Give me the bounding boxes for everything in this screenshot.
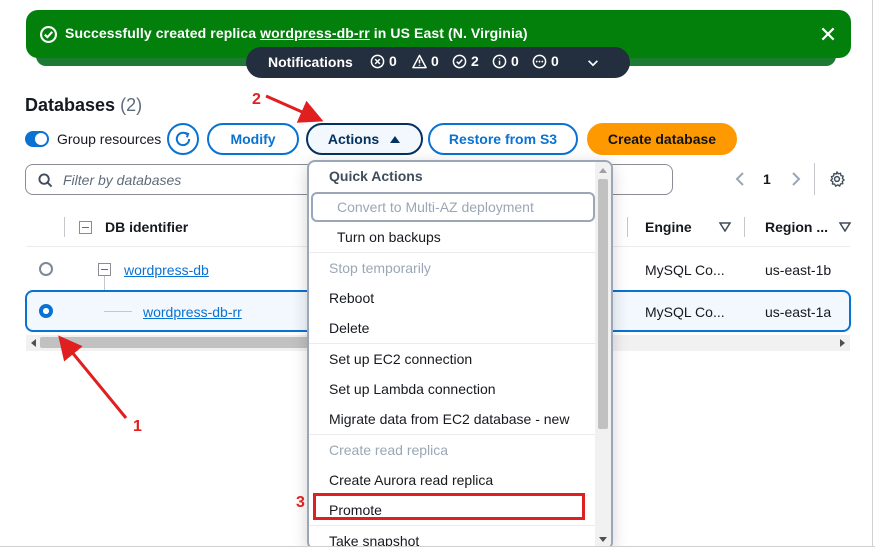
flash-message: Successfully created replica wordpress-d… — [65, 25, 528, 41]
notifications-title: Notifications — [268, 54, 353, 70]
database-count: (2) — [120, 95, 143, 115]
menu-item-create-aurora-replica[interactable]: Create Aurora read replica — [329, 472, 493, 488]
menu-separator — [309, 525, 595, 526]
column-region[interactable]: Region ... — [765, 219, 828, 235]
caret-up-icon — [390, 136, 401, 143]
group-resources-toggle[interactable] — [25, 131, 49, 147]
chevron-right-icon[interactable] — [789, 171, 803, 187]
menu-item-stop-temporarily: Stop temporarily — [329, 260, 431, 276]
info-icon — [492, 54, 507, 68]
menu-item-reboot[interactable]: Reboot — [329, 290, 374, 306]
menu-item-setup-lambda[interactable]: Set up Lambda connection — [329, 381, 496, 397]
page-title-text: Databases — [25, 95, 116, 115]
region-cell: us-east-1a — [765, 304, 832, 320]
warning-count-value: 0 — [431, 53, 439, 69]
warning-icon — [412, 54, 427, 68]
db-identifier-link[interactable]: wordpress-db-rr — [143, 304, 242, 320]
column-engine[interactable]: Engine — [645, 219, 692, 235]
in-progress-count-value: 0 — [551, 53, 559, 69]
column-divider — [627, 217, 628, 237]
refresh-icon — [175, 131, 191, 147]
db-identifier-link[interactable]: wordpress-db — [124, 262, 209, 278]
modify-button-label: Modify — [230, 131, 276, 147]
menu-separator — [309, 343, 595, 344]
gear-icon[interactable] — [828, 170, 846, 188]
in-progress-icon — [532, 54, 547, 68]
success-check-icon — [40, 26, 57, 43]
column-db-identifier[interactable]: DB identifier — [105, 219, 188, 235]
collapse-all-icon[interactable] — [79, 221, 92, 234]
error-count: 0 — [370, 53, 397, 69]
success-icon — [452, 54, 467, 68]
annotation-highlight-promote — [313, 493, 585, 520]
page-edge — [872, 0, 873, 547]
scroll-left-arrow-icon[interactable] — [31, 339, 36, 347]
menu-scrollbar[interactable] — [595, 162, 611, 547]
annotation-step-1: 1 — [133, 418, 142, 435]
scroll-down-arrow-icon[interactable] — [599, 537, 607, 542]
sort-down-icon[interactable] — [719, 222, 731, 232]
column-divider — [64, 217, 65, 237]
current-page[interactable]: 1 — [763, 171, 771, 187]
error-icon — [370, 54, 385, 68]
in-progress-count: 0 — [532, 53, 559, 69]
scroll-right-arrow-icon[interactable] — [840, 339, 845, 347]
tree-connector — [104, 311, 132, 312]
annotation-arrow-1 — [58, 335, 128, 419]
menu-group-header: Quick Actions — [329, 168, 423, 184]
create-database-label: Create database — [607, 131, 717, 147]
row-radio-wordpress-db-rr[interactable] — [39, 304, 53, 318]
info-count: 0 — [492, 53, 519, 69]
menu-scrollbar-thumb[interactable] — [598, 179, 608, 429]
warning-count: 0 — [412, 53, 439, 69]
actions-button[interactable]: Actions — [306, 123, 423, 155]
menu-item-create-read-replica: Create read replica — [329, 442, 449, 458]
restore-from-s3-button[interactable]: Restore from S3 — [428, 123, 578, 155]
annotation-step-3: 3 — [296, 494, 305, 511]
actions-button-label: Actions — [327, 131, 380, 147]
notifications-bar[interactable]: Notifications 0 0 2 0 0 — [246, 47, 630, 78]
success-count-value: 2 — [471, 53, 479, 69]
menu-separator — [309, 252, 595, 253]
scrollbar-thumb[interactable] — [40, 337, 340, 348]
engine-cell: MySQL Co... — [645, 304, 725, 320]
flash-message-suffix: in US East (N. Virginia) — [369, 25, 528, 41]
annotation-step-2: 2 — [252, 91, 261, 108]
modify-button[interactable]: Modify — [207, 123, 299, 155]
info-count-value: 0 — [511, 53, 519, 69]
success-count: 2 — [452, 53, 479, 69]
row-radio-wordpress-db[interactable] — [39, 262, 53, 276]
scroll-up-arrow-icon[interactable] — [599, 168, 607, 173]
close-icon[interactable] — [819, 25, 837, 43]
flash-message-prefix: Successfully created replica — [65, 25, 261, 41]
page-title: Databases (2) — [25, 95, 142, 116]
actions-dropdown-menu: Quick Actions Convert to Multi-AZ deploy… — [307, 160, 613, 547]
replica-link[interactable]: wordpress-db-rr — [260, 25, 370, 41]
chevron-left-icon[interactable] — [733, 171, 747, 187]
menu-item-take-snapshot[interactable]: Take snapshot — [329, 533, 419, 547]
engine-cell: MySQL Co... — [645, 262, 725, 278]
menu-item-convert-multi-az: Convert to Multi-AZ deployment — [337, 199, 534, 215]
region-cell: us-east-1b — [765, 262, 832, 278]
pager-divider — [814, 163, 815, 195]
menu-item-turn-on-backups[interactable]: Turn on backups — [337, 229, 441, 245]
refresh-button[interactable] — [167, 123, 199, 155]
create-database-button[interactable]: Create database — [587, 123, 737, 155]
menu-separator — [309, 434, 595, 435]
restore-button-label: Restore from S3 — [448, 131, 558, 147]
menu-item-setup-ec2[interactable]: Set up EC2 connection — [329, 351, 472, 367]
collapse-group-icon[interactable] — [98, 263, 111, 276]
menu-item-delete[interactable]: Delete — [329, 320, 369, 336]
search-icon — [38, 173, 53, 188]
annotation-arrow-2 — [265, 94, 324, 123]
error-count-value: 0 — [389, 53, 397, 69]
filter-placeholder: Filter by databases — [63, 172, 182, 188]
chevron-down-icon[interactable] — [586, 56, 600, 70]
column-divider — [744, 217, 745, 237]
sort-down-icon[interactable] — [839, 222, 851, 232]
group-resources-label: Group resources — [57, 131, 162, 147]
menu-item-migrate-ec2[interactable]: Migrate data from EC2 database - new — [329, 411, 569, 427]
